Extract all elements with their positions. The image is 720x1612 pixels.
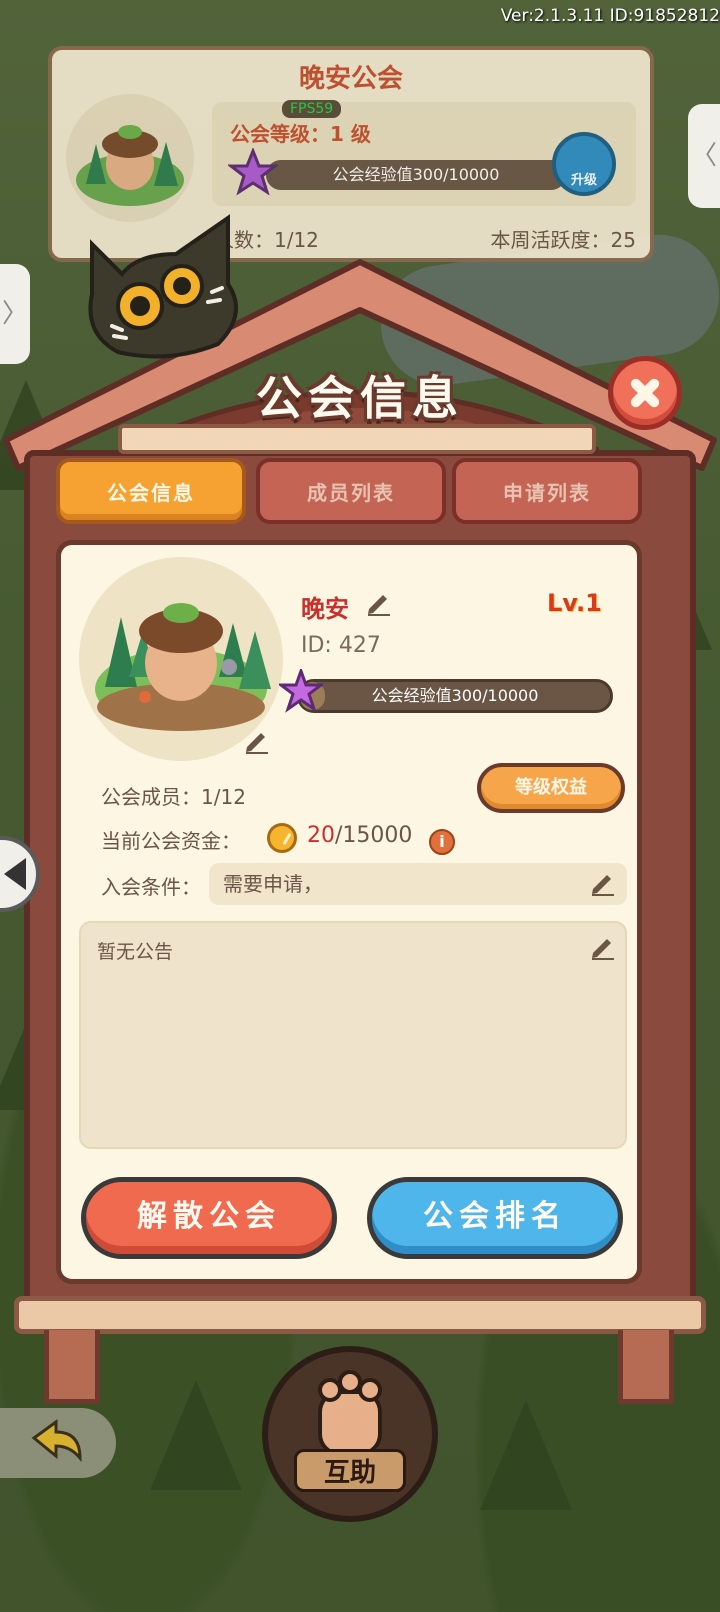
back-button[interactable] xyxy=(0,1408,116,1478)
guild-ranking-button[interactable]: 公会排名 xyxy=(367,1177,623,1259)
funds-current: 20 xyxy=(307,823,335,848)
mutual-help-button[interactable]: 互助 xyxy=(262,1346,438,1522)
guild-summary-exp-bar: 公会经验值300/10000 xyxy=(266,160,566,190)
star-icon xyxy=(279,669,323,713)
panel-leg xyxy=(44,1330,100,1404)
info-icon[interactable]: i xyxy=(429,829,455,855)
edit-notice-icon[interactable] xyxy=(589,933,617,961)
level-benefits-button[interactable]: 等级权益 xyxy=(477,763,625,813)
version-label: Ver:2.1.3.11 ID:91852812 xyxy=(500,6,720,26)
guild-exp-label: 公会经验值300/10000 xyxy=(371,686,539,705)
panel-beam xyxy=(118,424,596,454)
join-condition-field[interactable]: 需要申请， xyxy=(209,863,627,905)
mutual-help-label: 互助 xyxy=(294,1449,406,1492)
guild-exp-bar: 公会经验值300/10000 xyxy=(297,679,613,713)
funds-total: /15000 xyxy=(335,823,413,848)
members-label: 公会成员： xyxy=(101,785,201,809)
edit-avatar-icon[interactable] xyxy=(243,727,271,755)
guild-summary-activity: 本周活跃度：25 xyxy=(490,228,636,252)
members-value: 1/12 xyxy=(201,785,246,809)
tab-guild-info[interactable]: 公会信息 xyxy=(56,458,246,524)
tab-application-list[interactable]: 申请列表 xyxy=(452,458,642,524)
star-icon xyxy=(228,148,278,196)
cat-mascot xyxy=(88,214,238,359)
guild-name: 晚安 xyxy=(301,595,349,623)
upgrade-button[interactable]: 升级 xyxy=(552,132,616,196)
guild-id: ID: 427 xyxy=(301,633,381,658)
guild-summary-level: 公会等级：1 级 xyxy=(230,122,371,146)
guild-notice-board: 暂无公告 xyxy=(79,921,627,1149)
fps-counter: FPS59 xyxy=(282,100,342,118)
coin-icon xyxy=(267,823,297,853)
disband-guild-button[interactable]: 解散公会 xyxy=(81,1177,337,1259)
guild-notice-text: 暂无公告 xyxy=(97,941,174,963)
close-button[interactable] xyxy=(608,356,682,430)
members-row: 公会成员：1/12 xyxy=(101,781,246,810)
guild-summary-avatar xyxy=(66,94,194,222)
upgrade-label: 升级 xyxy=(570,173,597,188)
panel-leg xyxy=(618,1330,674,1404)
edit-condition-icon[interactable] xyxy=(589,869,617,897)
panel-base xyxy=(14,1296,706,1334)
right-side-tab[interactable]: 〈 xyxy=(688,104,720,208)
join-condition-label: 入会条件： xyxy=(101,875,201,899)
funds-value: 20/15000 xyxy=(307,823,412,848)
guild-summary-name: 晚安公会 xyxy=(298,64,403,94)
back-arrow-icon xyxy=(31,1419,82,1463)
guild-info-card: 晚安 Lv.1 ID: 427 公会经验值300/10000 公会成员：1/12… xyxy=(56,540,642,1284)
join-condition-value: 需要申请， xyxy=(223,872,323,896)
edit-name-icon[interactable] xyxy=(365,589,393,617)
funds-label: 当前公会资金： xyxy=(101,829,241,853)
tab-member-list[interactable]: 成员列表 xyxy=(256,458,446,524)
guild-level: Lv.1 xyxy=(547,589,602,617)
